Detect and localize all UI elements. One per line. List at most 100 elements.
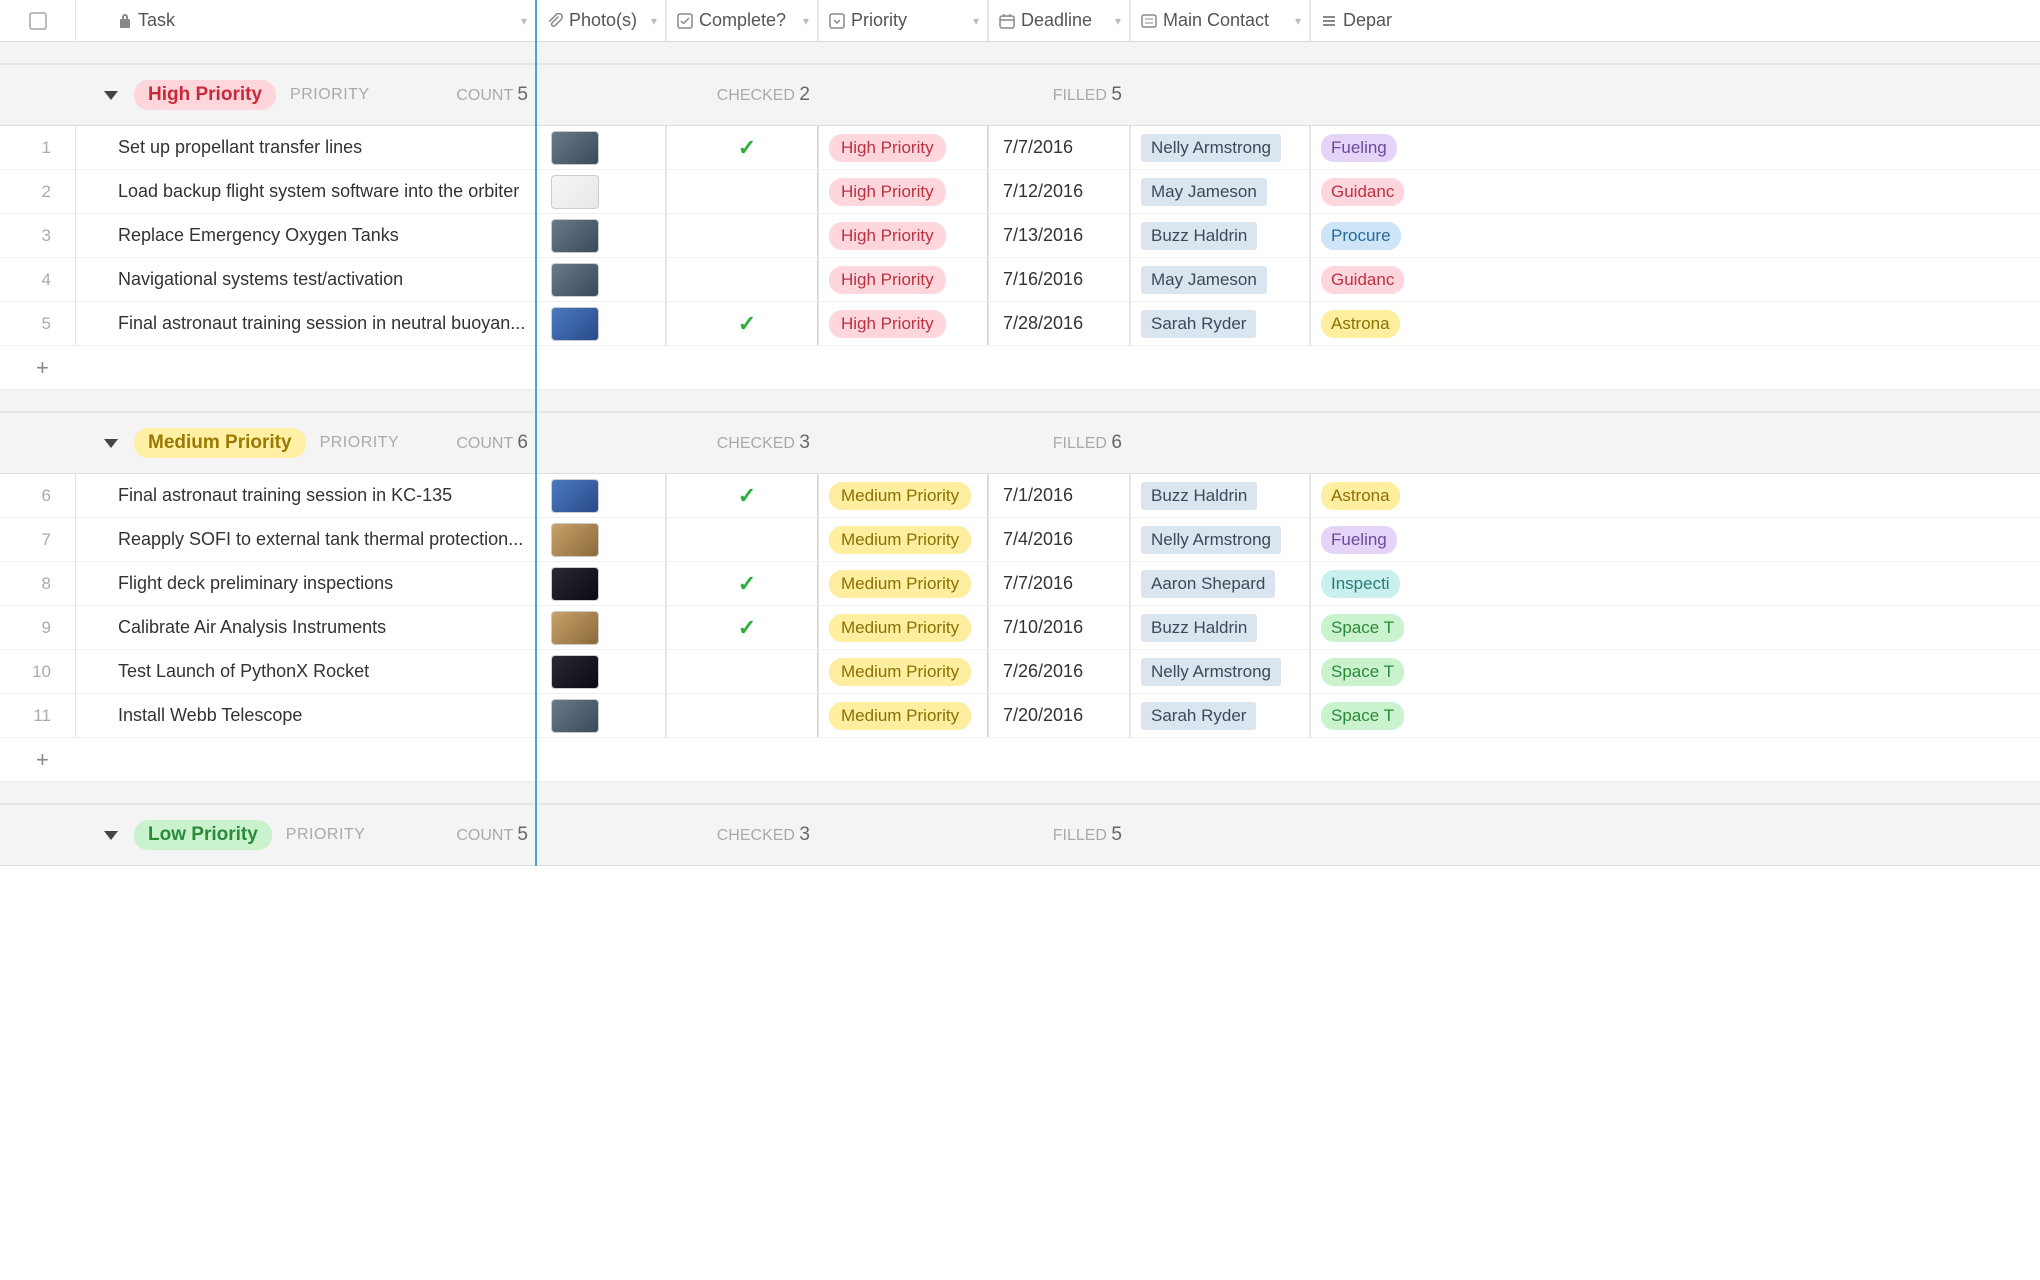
column-header-department[interactable]: Depar [1310,0,1430,41]
contact-cell[interactable]: Sarah Ryder [1130,302,1310,345]
table-row[interactable]: 6 Final astronaut training session in KC… [0,474,2040,518]
department-cell[interactable]: Inspecti [1310,562,1430,605]
department-cell[interactable]: Astrona [1310,474,1430,517]
task-cell[interactable]: Replace Emergency Oxygen Tanks [76,214,536,257]
deadline-cell[interactable]: 7/16/2016 [988,258,1130,301]
column-header-complete[interactable]: Complete? ▾ [666,0,818,41]
priority-cell[interactable]: High Priority [818,170,988,213]
task-cell[interactable]: Navigational systems test/activation [76,258,536,301]
task-cell[interactable]: Install Webb Telescope [76,694,536,737]
task-cell[interactable]: Final astronaut training session in KC-1… [76,474,536,517]
row-number[interactable]: 3 [0,214,76,257]
photo-thumbnail[interactable] [551,699,599,733]
department-cell[interactable]: Procure [1310,214,1430,257]
deadline-cell[interactable]: 7/4/2016 [988,518,1130,561]
photo-cell[interactable] [536,170,666,213]
table-row[interactable]: 9 Calibrate Air Analysis Instruments ✓ M… [0,606,2040,650]
caret-down-icon[interactable] [104,439,118,448]
row-number[interactable]: 8 [0,562,76,605]
table-row[interactable]: 8 Flight deck preliminary inspections ✓ … [0,562,2040,606]
complete-cell[interactable] [666,650,818,693]
photo-thumbnail[interactable] [551,131,599,165]
task-cell[interactable]: Load backup flight system software into … [76,170,536,213]
deadline-cell[interactable]: 7/20/2016 [988,694,1130,737]
group-header[interactable]: Low Priority PRIORITY COUNT 5 CHECKED 3 … [0,804,2040,866]
task-cell[interactable]: Test Launch of PythonX Rocket [76,650,536,693]
column-header-task[interactable]: Task ▾ [76,0,536,41]
complete-cell[interactable]: ✓ [666,126,818,169]
complete-cell[interactable] [666,214,818,257]
row-number[interactable]: 5 [0,302,76,345]
photo-cell[interactable] [536,302,666,345]
add-row-button[interactable]: + [0,346,2040,390]
task-cell[interactable]: Flight deck preliminary inspections [76,562,536,605]
photo-thumbnail[interactable] [551,263,599,297]
photo-thumbnail[interactable] [551,479,599,513]
photo-cell[interactable] [536,562,666,605]
contact-cell[interactable]: Aaron Shepard [1130,562,1310,605]
contact-cell[interactable]: Sarah Ryder [1130,694,1310,737]
department-cell[interactable]: Space T [1310,694,1430,737]
complete-cell[interactable]: ✓ [666,562,818,605]
deadline-cell[interactable]: 7/13/2016 [988,214,1130,257]
complete-cell[interactable] [666,694,818,737]
priority-cell[interactable]: High Priority [818,214,988,257]
group-header[interactable]: Medium Priority PRIORITY COUNT 6 CHECKED… [0,412,2040,474]
complete-cell[interactable]: ✓ [666,302,818,345]
column-header-priority[interactable]: Priority ▾ [818,0,988,41]
table-row[interactable]: 3 Replace Emergency Oxygen Tanks High Pr… [0,214,2040,258]
department-cell[interactable]: Space T [1310,606,1430,649]
deadline-cell[interactable]: 7/1/2016 [988,474,1130,517]
department-cell[interactable]: Astrona [1310,302,1430,345]
contact-cell[interactable]: May Jameson [1130,258,1310,301]
photo-cell[interactable] [536,650,666,693]
deadline-cell[interactable]: 7/7/2016 [988,562,1130,605]
photo-cell[interactable] [536,258,666,301]
row-number[interactable]: 1 [0,126,76,169]
complete-cell[interactable] [666,258,818,301]
priority-cell[interactable]: Medium Priority [818,474,988,517]
contact-cell[interactable]: Buzz Haldrin [1130,214,1310,257]
task-cell[interactable]: Final astronaut training session in neut… [76,302,536,345]
deadline-cell[interactable]: 7/28/2016 [988,302,1130,345]
deadline-cell[interactable]: 7/7/2016 [988,126,1130,169]
complete-cell[interactable] [666,170,818,213]
table-row[interactable]: 10 Test Launch of PythonX Rocket Medium … [0,650,2040,694]
table-row[interactable]: 7 Reapply SOFI to external tank thermal … [0,518,2040,562]
chevron-down-icon[interactable]: ▾ [1115,14,1121,28]
caret-down-icon[interactable] [104,831,118,840]
complete-cell[interactable] [666,518,818,561]
contact-cell[interactable]: Nelly Armstrong [1130,518,1310,561]
row-number[interactable]: 7 [0,518,76,561]
task-cell[interactable]: Calibrate Air Analysis Instruments [76,606,536,649]
photo-cell[interactable] [536,694,666,737]
department-cell[interactable]: Guidanc [1310,258,1430,301]
task-cell[interactable]: Set up propellant transfer lines [76,126,536,169]
photo-cell[interactable] [536,518,666,561]
column-header-contact[interactable]: Main Contact ▾ [1130,0,1310,41]
add-row-button[interactable]: + [0,738,2040,782]
deadline-cell[interactable]: 7/12/2016 [988,170,1130,213]
row-number[interactable]: 2 [0,170,76,213]
table-row[interactable]: 1 Set up propellant transfer lines ✓ Hig… [0,126,2040,170]
photo-thumbnail[interactable] [551,655,599,689]
chevron-down-icon[interactable]: ▾ [651,14,657,28]
priority-cell[interactable]: High Priority [818,302,988,345]
table-row[interactable]: 11 Install Webb Telescope Medium Priorit… [0,694,2040,738]
priority-cell[interactable]: High Priority [818,258,988,301]
priority-cell[interactable]: High Priority [818,126,988,169]
row-number[interactable]: 9 [0,606,76,649]
photo-thumbnail[interactable] [551,567,599,601]
row-number[interactable]: 10 [0,650,76,693]
contact-cell[interactable]: Buzz Haldrin [1130,606,1310,649]
chevron-down-icon[interactable]: ▾ [973,14,979,28]
contact-cell[interactable]: May Jameson [1130,170,1310,213]
photo-cell[interactable] [536,606,666,649]
table-row[interactable]: 4 Navigational systems test/activation H… [0,258,2040,302]
deadline-cell[interactable]: 7/26/2016 [988,650,1130,693]
table-row[interactable]: 5 Final astronaut training session in ne… [0,302,2040,346]
photo-thumbnail[interactable] [551,219,599,253]
chevron-down-icon[interactable]: ▾ [521,14,527,28]
department-cell[interactable]: Guidanc [1310,170,1430,213]
photo-thumbnail[interactable] [551,175,599,209]
